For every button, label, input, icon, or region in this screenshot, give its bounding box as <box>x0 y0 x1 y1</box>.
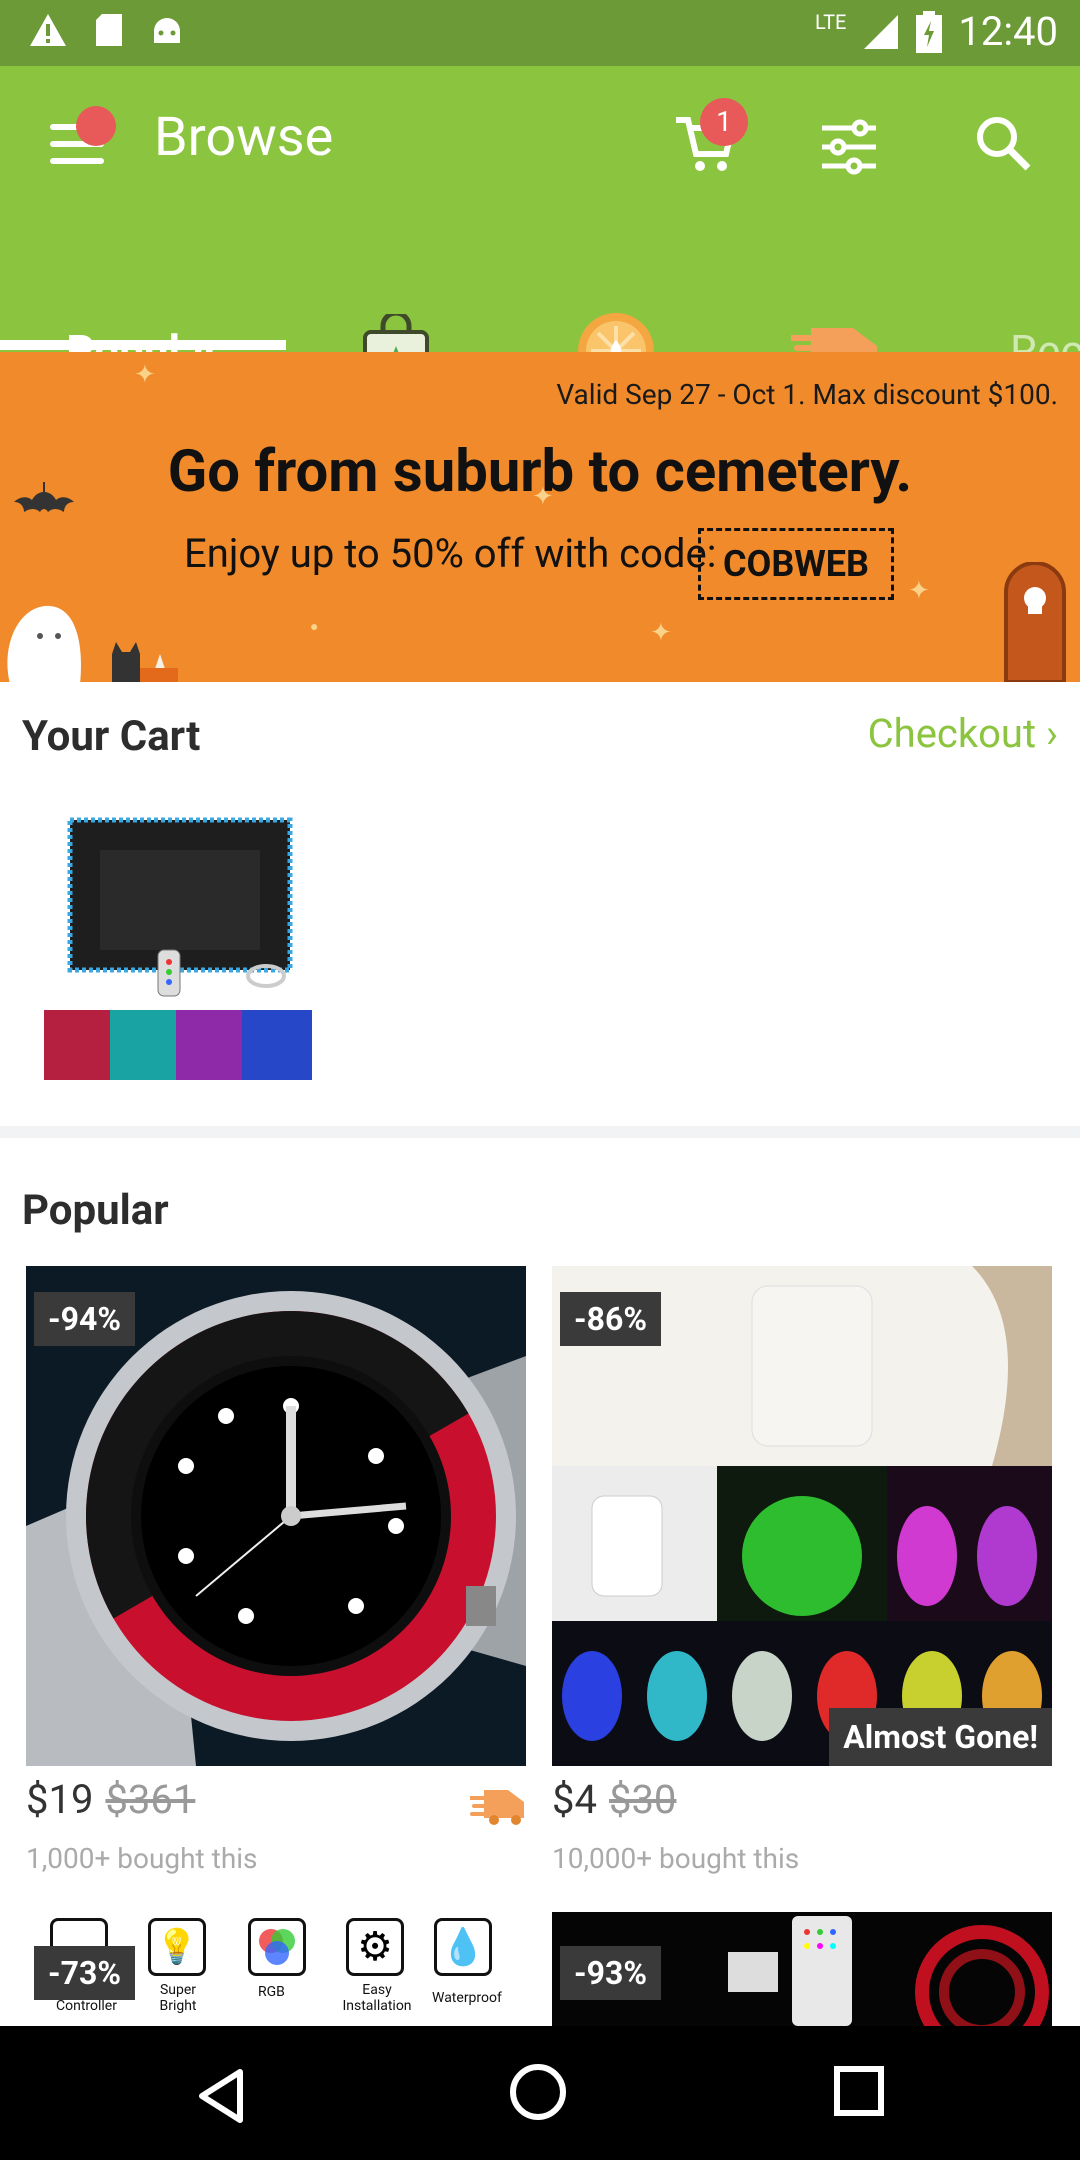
product-card[interactable]: 💡 ⚙ 💧 Controller Super Bright RGB Easy I… <box>26 1912 526 2026</box>
almost-gone-badge: Almost Gone! <box>829 1708 1052 1766</box>
rgb-icon <box>248 1918 306 1976</box>
current-price: $19 <box>26 1776 94 1823</box>
promo-banner[interactable]: ✦ ✦ ✦ ✦ ● Valid Sep 27 - Oct 1. Max disc… <box>0 352 1080 682</box>
bat-icon <box>14 482 74 512</box>
notification-dot <box>76 106 116 146</box>
product-price: $19 $361 <box>26 1776 195 1823</box>
warning-icon <box>30 14 66 46</box>
tv-led-strip-image <box>44 817 312 1080</box>
fast-shipping-icon <box>470 1790 524 1825</box>
cart-item-thumbnail[interactable] <box>40 810 320 1090</box>
signal-icon <box>864 14 899 49</box>
android-icon <box>154 18 180 43</box>
promo-validity: Valid Sep 27 - Oct 1. Max discount $100. <box>556 378 1058 411</box>
home-icon[interactable] <box>510 2064 566 2120</box>
clock: 12:40 <box>958 8 1058 55</box>
product-price: $4 $30 <box>552 1776 676 1823</box>
active-tab-indicator <box>0 340 286 350</box>
bought-count: 1,000+ bought this <box>26 1842 258 1875</box>
promo-headline: Go from suburb to cemetery. <box>167 438 913 506</box>
discount-badge: -94% <box>34 1292 135 1346</box>
page-title: Browse <box>154 106 334 169</box>
original-price: $361 <box>105 1776 196 1823</box>
promo-offer: Enjoy up to 50% off with code: <box>184 530 717 577</box>
feature-label: Controller <box>56 1998 117 2014</box>
bulb-icon: 💡 <box>148 1918 206 1976</box>
status-bar: LTE 12:40 <box>0 0 1080 66</box>
recent-apps-icon[interactable] <box>834 2066 884 2116</box>
discount-badge: -86% <box>560 1292 661 1346</box>
feature-label: RGB <box>258 1984 285 2000</box>
sparkle-icon: ✦ <box>908 576 930 606</box>
popular-section-title: Popular <box>22 1186 169 1235</box>
product-card[interactable]: -93% <box>552 1912 1052 2026</box>
app-bar: Browse 1 Popular Rec <box>0 66 1080 389</box>
current-price: $4 <box>552 1776 597 1823</box>
system-nav-bar <box>0 2026 1080 2160</box>
filter-icon[interactable] <box>818 116 880 178</box>
sd-card-icon <box>96 14 122 46</box>
search-icon[interactable] <box>974 114 1032 172</box>
cart-section-title: Your Cart <box>22 712 201 761</box>
water-drop-icon: 💧 <box>434 1918 492 1976</box>
original-price: $30 <box>608 1776 677 1823</box>
feature-label: Super Bright <box>159 1982 197 2014</box>
checkout-link[interactable]: Checkout › <box>868 710 1058 757</box>
tombstone-icon <box>1004 562 1066 682</box>
product-image-toilet-light: -86% Almost Gone! <box>552 1266 1052 1766</box>
sparkle-icon: ✦ <box>650 618 672 648</box>
discount-badge: -93% <box>560 1946 661 2000</box>
back-icon[interactable] <box>196 2068 246 2124</box>
bought-count: 10,000+ bought this <box>552 1842 800 1875</box>
sparkle-icon: ● <box>310 619 319 635</box>
feature-label: Easy Installation <box>342 1982 412 2014</box>
network-type: LTE <box>815 9 847 34</box>
section-divider <box>0 1126 1080 1138</box>
discount-badge: -73% <box>34 1946 135 2000</box>
sparkle-icon: ✦ <box>134 360 156 390</box>
ghost-cat-illustration <box>7 605 178 682</box>
cart-count-badge: 1 <box>700 98 748 146</box>
product-image-watch: -94% <box>26 1266 526 1766</box>
gear-icon: ⚙ <box>346 1918 404 1976</box>
feature-label: Waterproof <box>432 1990 502 2006</box>
promo-code[interactable]: COBWEB <box>698 528 894 600</box>
battery-icon <box>916 10 943 53</box>
